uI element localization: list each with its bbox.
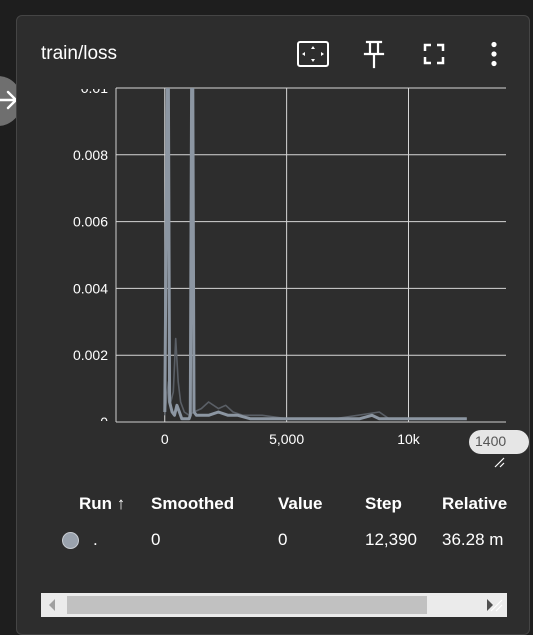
relative-cell: 36.28 m: [442, 530, 504, 549]
run-color-swatch: [62, 520, 79, 550]
y-tick-label: 0: [100, 414, 108, 430]
step-column-header[interactable]: Step: [365, 488, 442, 520]
runs-table-header: Run ↑ Smoothed Value Step Relative: [62, 488, 507, 520]
run-column-header[interactable]: Run ↑: [79, 488, 151, 520]
x-tick-label: 5,000: [269, 431, 304, 447]
series-line: [163, 88, 467, 421]
scroll-left-icon[interactable]: [49, 599, 55, 611]
runs-table: Run ↑ Smoothed Value Step Relative . 0 0…: [62, 488, 507, 550]
relative-column-header[interactable]: Relative: [442, 488, 507, 520]
smoothed-column-header[interactable]: Smoothed: [151, 488, 278, 520]
table-row[interactable]: . 0 0 12,390 36.28 m: [62, 520, 507, 550]
run-name-cell: .: [93, 530, 98, 549]
value-column-header[interactable]: Value: [278, 488, 365, 520]
x-tick-label: 0: [161, 431, 169, 447]
run-color-dot: [62, 532, 79, 550]
y-tick-label: 0.002: [73, 347, 108, 363]
y-tick-label: 0.004: [73, 280, 108, 296]
step-cell: 12,390: [365, 530, 417, 549]
smoothed-cell: 0: [151, 530, 161, 549]
value-cell: 0: [278, 530, 288, 549]
x-tick-label: 10k: [397, 431, 421, 447]
color-column-header: [62, 488, 79, 520]
horizontal-scrollbar[interactable]: [41, 593, 507, 617]
y-tick-label: 0.006: [73, 214, 108, 230]
scrollbar-thumb[interactable]: [67, 596, 427, 614]
corner-resize-icon[interactable]: [489, 598, 503, 612]
series-line: [164, 337, 467, 420]
loss-chart[interactable]: 0.01 0.008 0.006 0.004 0.002 0 0 5,000 10k: [0, 0, 533, 470]
y-tick-label: 0.01: [81, 80, 108, 96]
y-tick-label: 0.008: [73, 147, 108, 163]
